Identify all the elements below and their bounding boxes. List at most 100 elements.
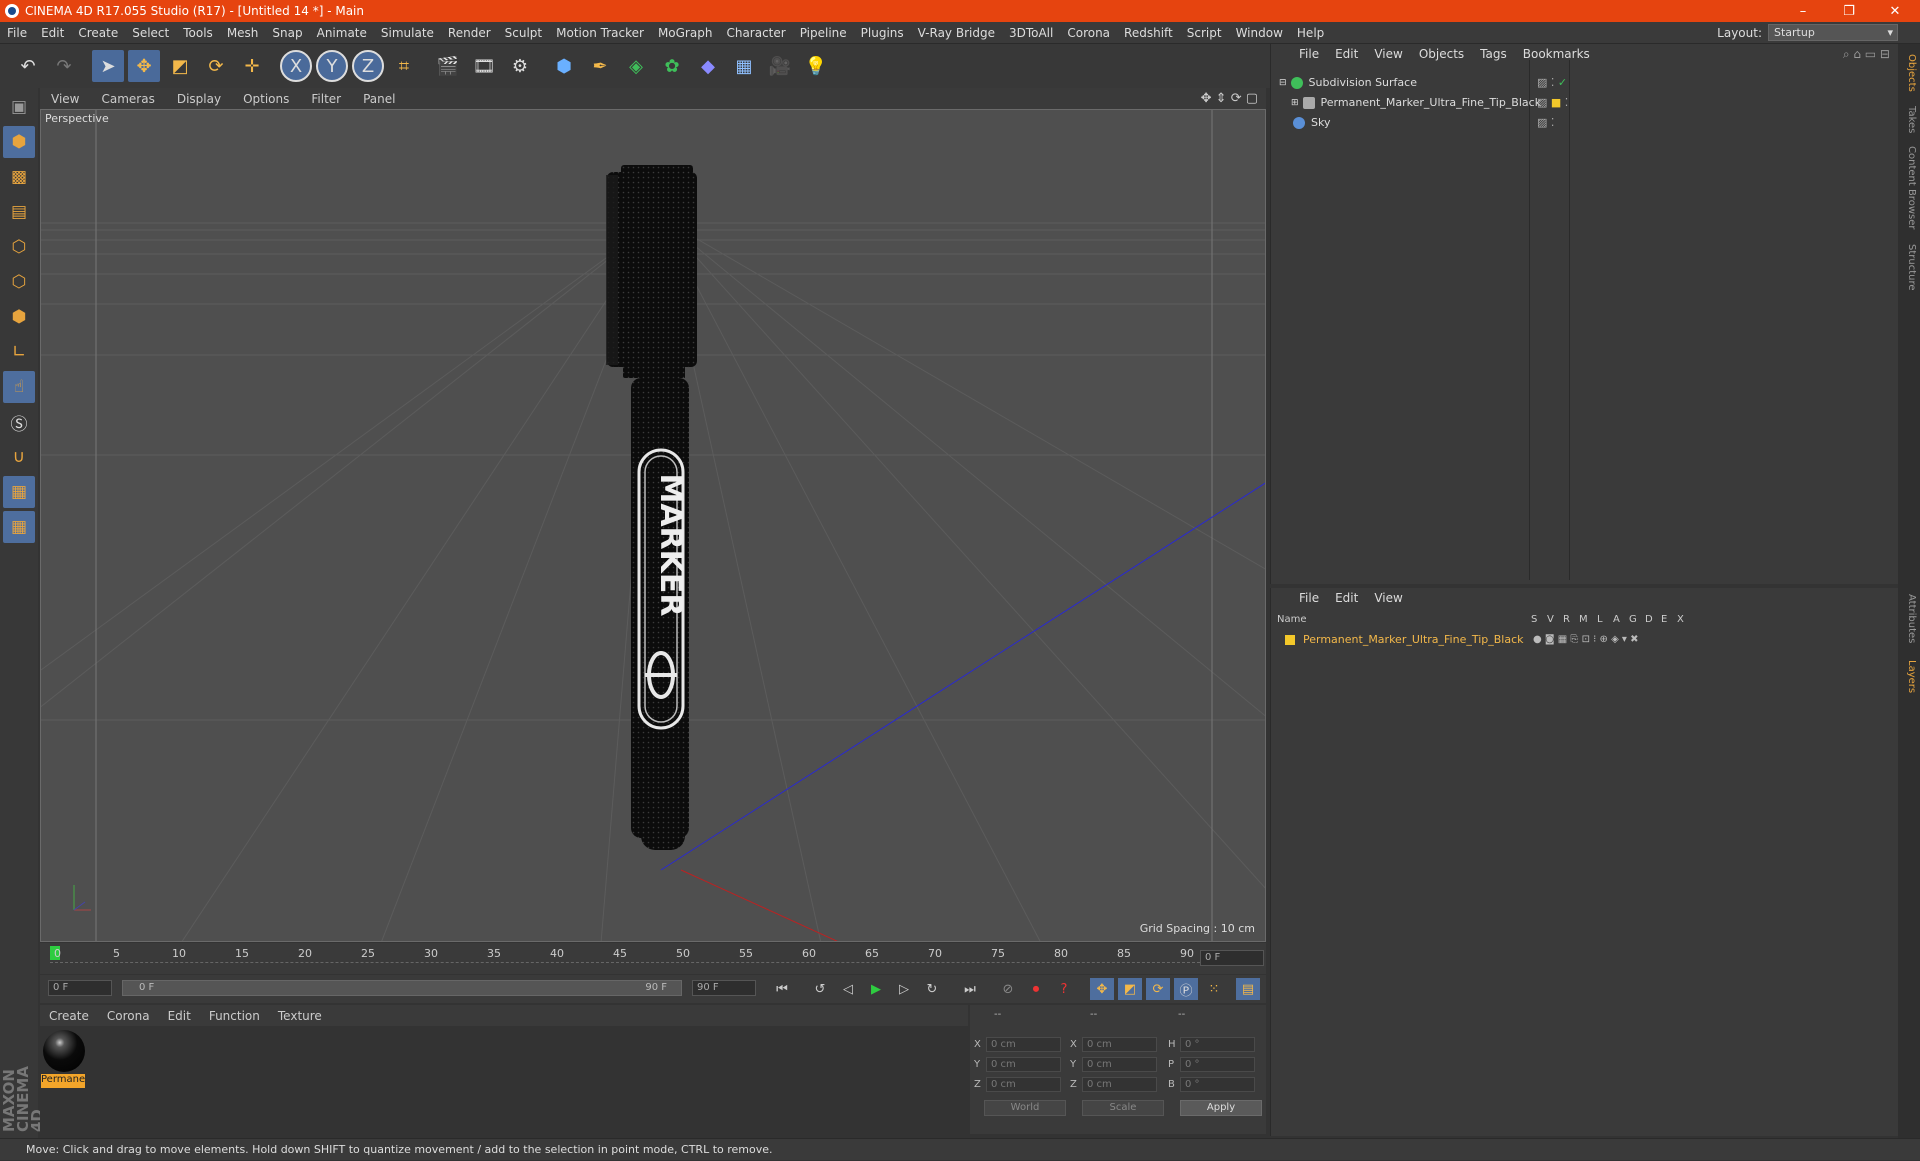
menu-3dtoall[interactable]: 3DToAll	[1002, 26, 1060, 40]
viewport-menu-display[interactable]: Display	[166, 92, 232, 106]
position-y-field[interactable]: 0 cm	[986, 1057, 1061, 1072]
floor-icon[interactable]: ▦	[728, 50, 760, 82]
snap-icon[interactable]: Ⓢ	[3, 406, 35, 438]
timeline-ruler[interactable]: 0 5 10 15 20 25 30 35 40 45 50 55 60 65 …	[40, 943, 1266, 974]
step-back-icon[interactable]: ◁	[836, 978, 860, 1000]
object-menu-edit[interactable]: Edit	[1327, 47, 1366, 61]
edges-mode-icon[interactable]: ⬡	[3, 266, 35, 298]
menu-mesh[interactable]: Mesh	[220, 26, 266, 40]
z-axis-icon[interactable]: Z	[352, 50, 384, 82]
menu-corona[interactable]: Corona	[1060, 26, 1117, 40]
layer-menu-edit[interactable]: Edit	[1327, 591, 1366, 605]
redo-icon[interactable]: ↷	[48, 50, 80, 82]
object-menu-file[interactable]: File	[1291, 47, 1327, 61]
tab-objects[interactable]: Objects	[1901, 54, 1917, 92]
frame-range-slider[interactable]: 0 F 90 F	[122, 980, 682, 996]
key-rotation-icon[interactable]: ⟳	[1146, 978, 1170, 1000]
tweak-mode-icon[interactable]: ☝	[3, 371, 35, 403]
render-view-icon[interactable]: 🎬	[432, 50, 464, 82]
workplane-icon[interactable]: ▤	[3, 196, 35, 228]
perspective-viewport[interactable]: MARKER Perspective Grid Spacing : 10 cm	[40, 109, 1266, 942]
key-scale-icon[interactable]: ◩	[1118, 978, 1142, 1000]
tab-layers[interactable]: Layers	[1901, 660, 1917, 693]
record-keys-icon[interactable]: ⊘	[996, 978, 1020, 1000]
menu-plugins[interactable]: Plugins	[854, 26, 911, 40]
texture-mode-icon[interactable]: ▩	[3, 161, 35, 193]
menu-file[interactable]: File	[0, 26, 34, 40]
menu-window[interactable]: Window	[1229, 26, 1290, 40]
menu-vray-bridge[interactable]: V-Ray Bridge	[911, 26, 1002, 40]
material-menu-texture[interactable]: Texture	[269, 1009, 331, 1023]
viewport-menu-view[interactable]: View	[40, 92, 90, 106]
material-name[interactable]: Permanent	[41, 1074, 85, 1088]
model-mode-icon[interactable]: ▣	[3, 91, 35, 123]
magnet-icon[interactable]: ∪	[3, 441, 35, 473]
rotation-p-field[interactable]: 0 °	[1180, 1057, 1255, 1072]
pen-icon[interactable]: ✒	[584, 50, 616, 82]
key-position-icon[interactable]: ✥	[1090, 978, 1114, 1000]
visibility-toggle[interactable]: ▨ ⁚	[1537, 116, 1554, 129]
move-icon[interactable]: ✥	[128, 50, 160, 82]
rotation-b-field[interactable]: 0 °	[1180, 1077, 1255, 1092]
coordinate-space-dropdown[interactable]: World	[984, 1100, 1066, 1116]
menu-snap[interactable]: Snap	[265, 26, 309, 40]
menu-mograph[interactable]: MoGraph	[651, 26, 720, 40]
key-parameter-icon[interactable]: Ⓟ	[1174, 978, 1198, 1000]
viewport-menu-cameras[interactable]: Cameras	[90, 92, 165, 106]
menu-create[interactable]: Create	[71, 26, 125, 40]
keyframe-help-icon[interactable]: ?	[1052, 978, 1076, 1000]
array-icon[interactable]: ✿	[656, 50, 688, 82]
object-row[interactable]: ⊟ Subdivision Surface ▨ ⁚ ✓	[1271, 73, 1899, 92]
apply-button[interactable]: Apply	[1180, 1100, 1262, 1116]
object-menu-view[interactable]: View	[1366, 47, 1410, 61]
material-menu-create[interactable]: Create	[40, 1009, 98, 1023]
key-pla-icon[interactable]: ⁙	[1202, 978, 1226, 1000]
size-mode-dropdown[interactable]: Scale	[1082, 1100, 1164, 1116]
menu-sculpt[interactable]: Sculpt	[498, 26, 549, 40]
y-axis-icon[interactable]: Y	[316, 50, 348, 82]
close-button[interactable]: ✕	[1872, 0, 1918, 22]
menu-select[interactable]: Select	[125, 26, 176, 40]
size-y-field[interactable]: 0 cm	[1082, 1057, 1157, 1072]
object-menu-objects[interactable]: Objects	[1411, 47, 1472, 61]
object-mode-icon[interactable]: ⬢	[3, 126, 35, 158]
menu-help[interactable]: Help	[1290, 26, 1331, 40]
light-icon[interactable]: 💡	[800, 50, 832, 82]
rotation-h-field[interactable]: 0 °	[1180, 1037, 1255, 1052]
next-key-icon[interactable]: ↻	[920, 978, 944, 1000]
object-manager-tools-icon[interactable]: ⌕ ⌂ ▭ ⊟	[1843, 47, 1890, 62]
size-z-field[interactable]: 0 cm	[1082, 1077, 1157, 1092]
viewport-navigation-icons[interactable]: ✥ ⇕ ⟳ ▢	[1201, 91, 1258, 106]
menu-redshift[interactable]: Redshift	[1117, 26, 1180, 40]
step-forward-icon[interactable]: ▷	[892, 978, 916, 1000]
layer-menu-view[interactable]: View	[1366, 591, 1410, 605]
prev-key-icon[interactable]: ↺	[808, 978, 832, 1000]
viewport-menu-filter[interactable]: Filter	[300, 92, 352, 106]
render-picture-icon[interactable]: 🎞	[468, 50, 500, 82]
menu-pipeline[interactable]: Pipeline	[793, 26, 854, 40]
layer-menu-file[interactable]: File	[1291, 591, 1327, 605]
planar-workplane-icon[interactable]: ▦	[3, 511, 35, 543]
scale-icon[interactable]: ◩	[164, 50, 196, 82]
menu-edit[interactable]: Edit	[34, 26, 71, 40]
tab-takes[interactable]: Takes	[1901, 106, 1917, 133]
layer-row[interactable]: Permanent_Marker_Ultra_Fine_Tip_Black ● …	[1271, 630, 1899, 649]
layer-toggles[interactable]: ● ◙ ▦ ⎘ ⊡ ⁝ ⊕ ◈ ▾ ✖	[1533, 634, 1639, 645]
menu-tools[interactable]: Tools	[176, 26, 220, 40]
visibility-toggle[interactable]: ▨ ■ ⁚	[1537, 96, 1568, 109]
menu-motion-tracker[interactable]: Motion Tracker	[549, 26, 651, 40]
minimize-button[interactable]: –	[1780, 0, 1826, 22]
menu-simulate[interactable]: Simulate	[374, 26, 441, 40]
camera-icon[interactable]: 🎥	[764, 50, 796, 82]
end-frame-field[interactable]: 90 F	[692, 980, 756, 996]
material-menu-corona[interactable]: Corona	[98, 1009, 159, 1023]
menu-character[interactable]: Character	[719, 26, 792, 40]
select-arrow-icon[interactable]: ➤	[92, 50, 124, 82]
move-plus-icon[interactable]: ✛	[236, 50, 268, 82]
play-icon[interactable]: ▶	[864, 978, 888, 1000]
position-x-field[interactable]: 0 cm	[986, 1037, 1061, 1052]
layout-dropdown[interactable]: Startup	[1768, 24, 1898, 41]
tab-content-browser[interactable]: Content Browser	[1901, 146, 1917, 229]
timeline-window-icon[interactable]: ▤	[1236, 978, 1260, 1000]
coordinate-system-icon[interactable]: ⌗	[388, 50, 420, 82]
